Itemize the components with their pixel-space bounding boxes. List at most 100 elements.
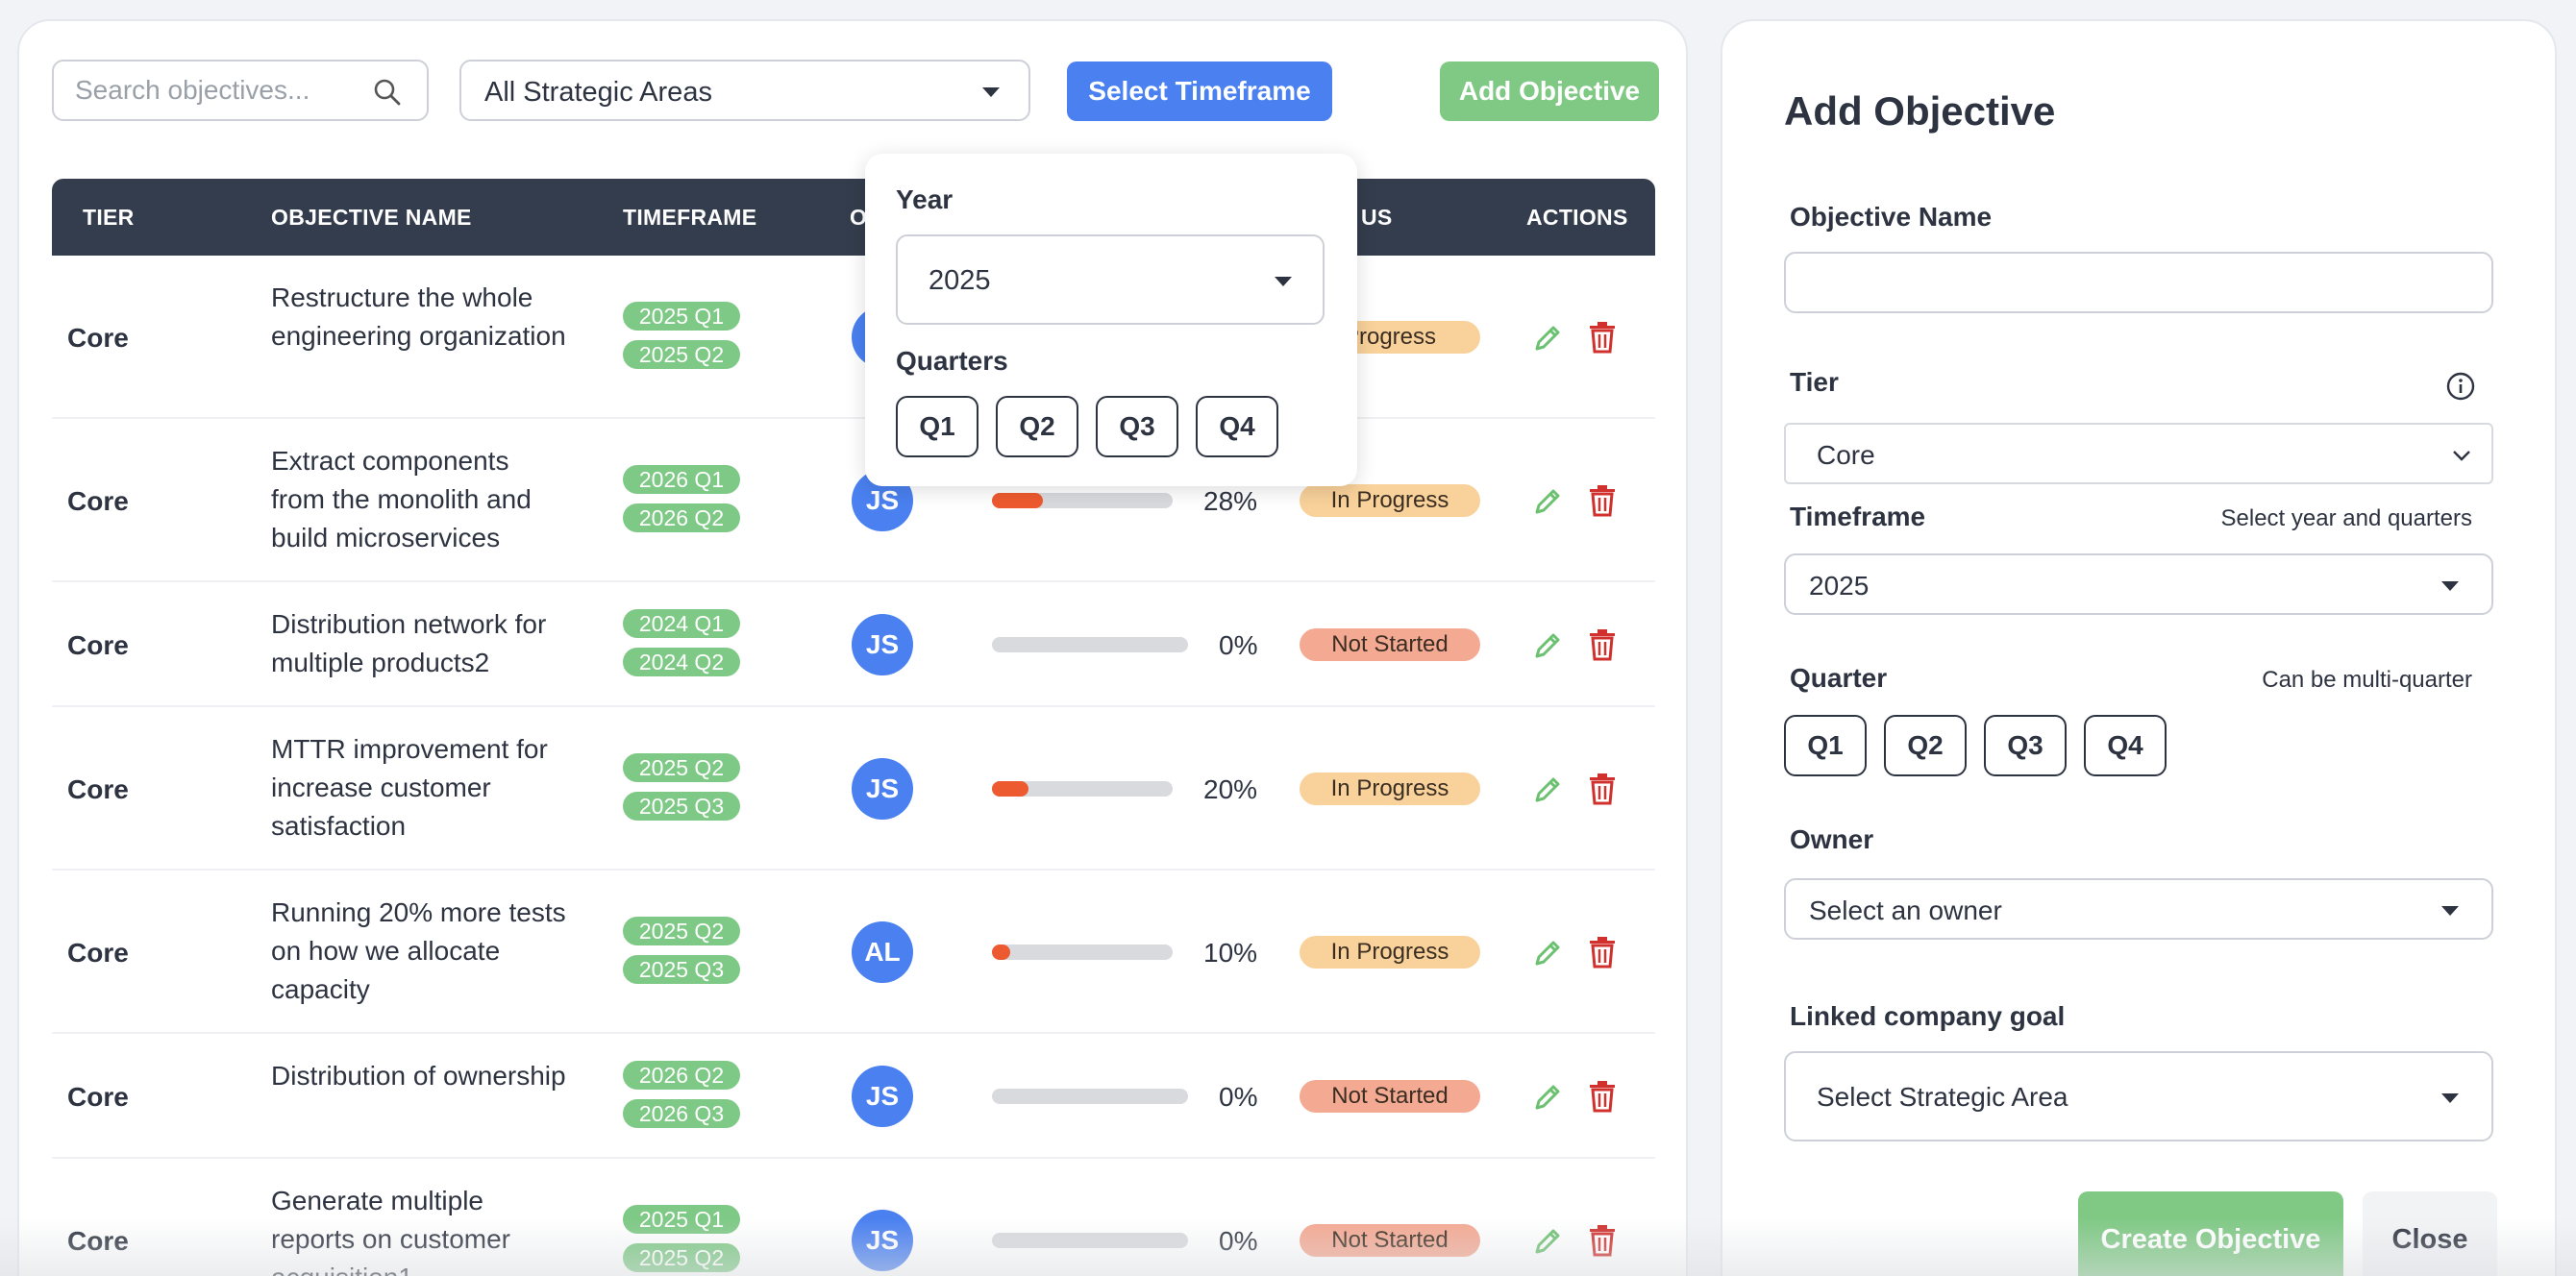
timeframe-chips: 2026 Q2 2026 Q3 xyxy=(623,1061,740,1138)
status-badge: Not Started xyxy=(1300,1224,1480,1257)
add-objective-button[interactable]: Add Objective xyxy=(1440,61,1659,121)
row-objective-name: Extract components from the monolith and… xyxy=(271,446,532,552)
owner-avatar: AL xyxy=(852,921,913,983)
caret-down-icon xyxy=(2441,1093,2459,1103)
edit-icon[interactable] xyxy=(1532,484,1565,517)
popover-quarter-q3[interactable]: Q3 xyxy=(1096,396,1178,457)
progress-bar xyxy=(992,945,1173,960)
header-objective-name[interactable]: OBJECTIVE NAME xyxy=(271,205,472,231)
popover-quarter-q2[interactable]: Q2 xyxy=(996,396,1078,457)
edit-icon[interactable] xyxy=(1532,773,1565,805)
owner-avatar: JS xyxy=(852,1210,913,1271)
edit-icon[interactable] xyxy=(1532,1224,1565,1257)
caret-down-icon xyxy=(2441,906,2459,916)
table-row[interactable]: Core MTTR improvement for increase custo… xyxy=(52,707,1655,871)
trash-icon[interactable] xyxy=(1588,1080,1617,1113)
owner-select[interactable]: Select an owner xyxy=(1784,878,2493,940)
edit-icon[interactable] xyxy=(1532,1080,1565,1113)
popover-quarter-q4[interactable]: Q4 xyxy=(1196,396,1278,457)
trash-icon[interactable] xyxy=(1588,484,1617,517)
table-row[interactable]: Core Extract components from the monolit… xyxy=(52,419,1655,582)
progress-percent: 10% xyxy=(1203,938,1258,968)
timeframe-year-value: 2025 xyxy=(1809,571,1870,601)
progress-fill xyxy=(992,945,1010,960)
owner-label: Owner xyxy=(1790,824,1874,854)
table-header: TIER OBJECTIVE NAME TIMEFRAME O US ACTIO… xyxy=(52,179,1655,256)
owner-avatar: JS xyxy=(852,614,913,675)
select-timeframe-button[interactable]: Select Timeframe xyxy=(1067,61,1332,121)
edit-icon[interactable] xyxy=(1532,628,1565,661)
timeframe-hint: Select year and quarters xyxy=(2220,505,2472,531)
edit-icon[interactable] xyxy=(1532,321,1565,354)
status-badge: In Progress xyxy=(1300,484,1480,517)
popover-year-select[interactable]: 2025 xyxy=(896,234,1325,325)
caret-down-icon xyxy=(1275,277,1292,286)
search-input[interactable] xyxy=(75,71,363,110)
close-button[interactable]: Close xyxy=(2363,1191,2497,1276)
search-box[interactable] xyxy=(52,60,429,121)
trash-icon[interactable] xyxy=(1588,628,1617,661)
owner-avatar: JS xyxy=(852,758,913,820)
row-tier: Core xyxy=(67,486,129,516)
row-objective-name: Distribution of ownership xyxy=(271,1061,566,1091)
info-icon[interactable] xyxy=(2445,371,2476,402)
timeframe-chip: 2025 Q2 xyxy=(623,753,740,782)
header-tier[interactable]: TIER xyxy=(83,205,135,231)
timeframe-chip: 2026 Q1 xyxy=(623,465,740,494)
trash-icon[interactable] xyxy=(1588,1224,1617,1257)
status-badge: Not Started xyxy=(1300,1080,1480,1113)
tier-select[interactable]: Core xyxy=(1784,423,2493,484)
status-badge: In Progress xyxy=(1300,773,1480,805)
row-tier: Core xyxy=(67,1082,129,1112)
table-row[interactable]: Core Distribution of ownership 2026 Q2 2… xyxy=(52,1034,1655,1159)
table-row[interactable]: Core Generate multiple reports on custom… xyxy=(52,1159,1655,1276)
trash-icon[interactable] xyxy=(1588,321,1617,354)
strategic-area-filter[interactable]: All Strategic Areas xyxy=(459,60,1030,121)
header-timeframe[interactable]: TIMEFRAME xyxy=(623,205,756,231)
caret-down-icon xyxy=(2441,581,2459,591)
timeframe-chips: 2026 Q1 2026 Q2 xyxy=(623,465,740,542)
trash-icon[interactable] xyxy=(1588,936,1617,969)
linked-goal-select[interactable]: Select Strategic Area xyxy=(1784,1051,2493,1141)
progress-bar xyxy=(992,637,1188,652)
table-row[interactable]: Core Distribution network for multiple p… xyxy=(52,582,1655,707)
trash-icon[interactable] xyxy=(1588,773,1617,805)
progress-bar xyxy=(992,1233,1188,1248)
popover-quarter-q1[interactable]: Q1 xyxy=(896,396,978,457)
progress-bar xyxy=(992,493,1173,508)
form-quarter-q2[interactable]: Q2 xyxy=(1884,715,1967,776)
form-quarter-q3[interactable]: Q3 xyxy=(1984,715,2067,776)
row-tier: Core xyxy=(67,1226,129,1256)
status-badge: In Progress xyxy=(1300,936,1480,969)
progress-percent: 20% xyxy=(1203,774,1258,804)
progress-fill xyxy=(992,781,1028,797)
timeframe-label: Timeframe xyxy=(1790,502,1926,531)
objective-name-label: Objective Name xyxy=(1790,202,1993,232)
timeframe-chips: 2025 Q1 2025 Q2 xyxy=(623,1205,740,1276)
header-status[interactable]: US xyxy=(1361,205,1393,231)
table-row[interactable]: Core Running 20% more tests on how we al… xyxy=(52,871,1655,1034)
timeframe-chip: 2025 Q1 xyxy=(623,302,740,331)
row-objective-name: MTTR improvement for increase customer s… xyxy=(271,734,548,841)
timeframe-year-select[interactable]: 2025 xyxy=(1784,553,2493,615)
form-quarter-q4[interactable]: Q4 xyxy=(2084,715,2167,776)
timeframe-chip: 2024 Q2 xyxy=(623,648,740,676)
search-icon[interactable] xyxy=(373,78,402,107)
progress-percent: 0% xyxy=(1219,630,1258,660)
progress-bar xyxy=(992,781,1173,797)
create-objective-button[interactable]: Create Objective xyxy=(2078,1191,2343,1276)
status-badge: Not Started xyxy=(1300,628,1480,661)
form-quarter-q1[interactable]: Q1 xyxy=(1784,715,1867,776)
timeframe-popover: Year 2025 Quarters Q1 Q2 Q3 Q4 xyxy=(865,154,1357,486)
timeframe-chip: 2024 Q1 xyxy=(623,609,740,638)
progress-percent: 0% xyxy=(1219,1226,1258,1256)
objective-name-input[interactable] xyxy=(1784,252,2493,313)
table-row[interactable]: Core Restructure the whole engineering o… xyxy=(52,256,1655,419)
popover-year-label: Year xyxy=(896,184,954,214)
tier-select-value: Core xyxy=(1817,440,1875,470)
timeframe-chip: 2026 Q3 xyxy=(623,1099,740,1128)
edit-icon[interactable] xyxy=(1532,936,1565,969)
row-tier: Core xyxy=(67,630,129,660)
row-objective-name: Running 20% more tests on how we allocat… xyxy=(271,897,566,1004)
quarter-label: Quarter xyxy=(1790,663,1888,693)
